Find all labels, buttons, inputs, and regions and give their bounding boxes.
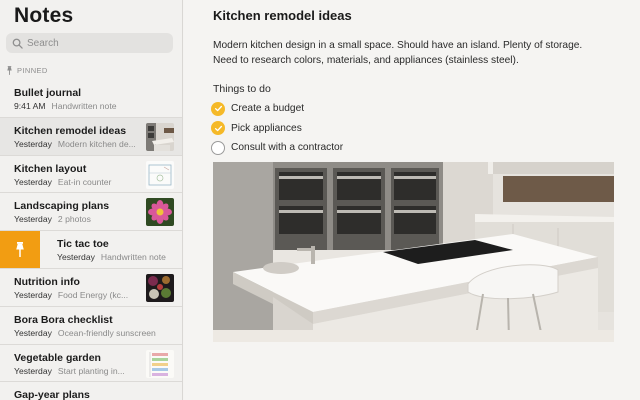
note-title: Gap-year plans — [14, 389, 90, 400]
kitchen-photo[interactable] — [213, 162, 614, 342]
checkmark-icon — [214, 106, 222, 112]
checklist-label: Create a budget — [231, 103, 305, 115]
note-item-landscaping-plans[interactable]: Landscaping plans Yesterday 2 photos — [0, 193, 182, 232]
note-item-vegetable-garden[interactable]: Vegetable garden Yesterday Start planting… — [0, 345, 182, 383]
note-date: Yesterday — [57, 252, 95, 263]
note-meta: Yesterday Eat-in counter — [14, 177, 111, 187]
note-item-kitchen-layout[interactable]: Kitchen layout Yesterday Eat-in counter — [0, 156, 182, 194]
kitchen-photo-thumbnail — [146, 122, 174, 151]
note-preview: Eat-in counter — [57, 176, 112, 187]
garden-plan-thumbnail — [146, 349, 174, 378]
note-item-gap-year-plans[interactable]: Gap-year plans — [0, 382, 182, 400]
note-title: Bullet journal — [14, 87, 82, 99]
checkbox-unchecked[interactable] — [211, 140, 225, 155]
search-input[interactable] — [27, 37, 167, 49]
note-date: 9:41 AM — [14, 101, 46, 111]
note-editor[interactable]: Kitchen remodel ideas Modern kitchen des… — [184, 0, 640, 400]
note-preview: Food Energy (kc... — [57, 289, 129, 300]
note-item-kitchen-remodel-ideas[interactable]: Kitchen remodel ideas Yesterday Modern ki… — [0, 117, 182, 156]
note-preview: Handwritten note — [51, 101, 117, 111]
note-body-line: Need to research colors, materials, and … — [213, 55, 519, 66]
pin-icon — [16, 242, 24, 258]
note-title: Nutrition info — [14, 275, 80, 288]
note-meta: Yesterday 2 photos — [14, 214, 91, 224]
todo-heading: Things to do — [213, 83, 271, 95]
note-preview: 2 photos — [57, 214, 91, 225]
checkbox-checked[interactable] — [211, 121, 225, 136]
checklist-label: Pick appliances — [231, 122, 302, 134]
checklist-item: Create a budget — [211, 99, 343, 119]
checklist-item: Consult with a contractor — [211, 138, 343, 158]
note-title-heading[interactable]: Kitchen remodel ideas — [213, 8, 352, 23]
sketch-thumbnail — [146, 160, 174, 189]
sidebar: Notes PINNED Bullet journal 9:41 AM Handw… — [0, 0, 183, 400]
note-item-tic-tac-toe[interactable]: Tic tac toe Yesterday Handwritten note — [0, 231, 182, 269]
note-preview: Modern kitchen de... — [57, 138, 136, 149]
note-meta: Yesterday Start planting in... — [14, 366, 125, 376]
flower-photo-thumbnail — [146, 198, 174, 227]
note-title: Tic tac toe — [57, 238, 109, 251]
search-icon — [12, 38, 23, 49]
note-date: Yesterday — [14, 365, 52, 376]
pinned-label: PINNED — [17, 66, 48, 75]
checklist: Create a budget Pick appliances Consult … — [211, 99, 343, 158]
note-title: Bora Bora checklist — [14, 313, 113, 326]
note-date: Yesterday — [14, 327, 52, 338]
note-date: Yesterday — [14, 176, 52, 187]
note-body[interactable]: Modern kitchen design in a small space. … — [213, 38, 613, 68]
note-preview: Ocean-friendly sunscreen — [57, 327, 156, 338]
notes-list: Bullet journal 9:41 AM Handwritten note K… — [0, 80, 182, 400]
checkmark-icon — [214, 125, 222, 131]
note-preview: Handwritten note — [100, 252, 166, 263]
note-body-line: Modern kitchen design in a small space. … — [213, 40, 583, 51]
note-meta: Yesterday Handwritten note — [57, 252, 166, 262]
note-meta: Yesterday Modern kitchen de... — [14, 139, 136, 149]
note-item-bullet-journal[interactable]: Bullet journal 9:41 AM Handwritten note — [0, 80, 182, 118]
note-meta: Yesterday Ocean-friendly sunscreen — [14, 328, 156, 338]
note-meta: 9:41 AM Handwritten note — [14, 101, 117, 111]
checklist-label: Consult with a contractor — [231, 142, 344, 154]
note-date: Yesterday — [14, 214, 52, 225]
note-item-bora-bora-checklist[interactable]: Bora Bora checklist Yesterday Ocean-frien… — [0, 307, 182, 345]
checklist-item: Pick appliances — [211, 119, 343, 139]
food-photo-thumbnail — [146, 273, 174, 302]
note-meta: Yesterday Food Energy (kc... — [14, 290, 128, 300]
search-bar[interactable] — [6, 33, 173, 53]
note-title: Landscaping plans — [14, 200, 110, 213]
pin-icon — [7, 66, 12, 75]
checkbox-checked[interactable] — [211, 101, 225, 116]
note-title: Vegetable garden — [14, 351, 101, 364]
pinned-section-header: PINNED — [6, 66, 48, 75]
note-title: Kitchen layout — [14, 162, 87, 175]
note-preview: Start planting in... — [57, 365, 125, 376]
note-item-nutrition-info[interactable]: Nutrition info Yesterday Food Energy (kc.… — [0, 269, 182, 307]
note-date: Yesterday — [14, 289, 52, 300]
app-title: Notes — [14, 4, 74, 27]
pin-action-button[interactable] — [0, 231, 40, 269]
note-title: Kitchen remodel ideas — [14, 124, 127, 137]
note-date: Yesterday — [14, 138, 52, 149]
